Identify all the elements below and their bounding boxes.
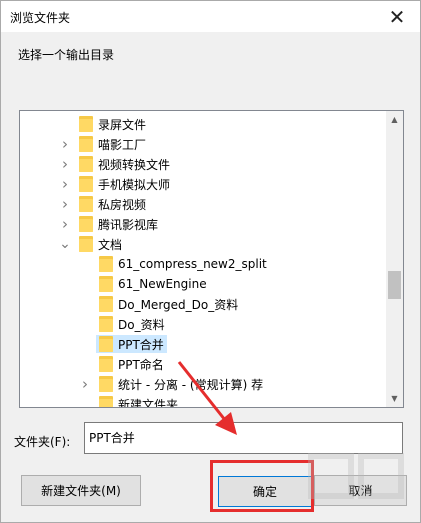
- folder-icon: [79, 196, 93, 212]
- tree-item-label-area: 统计 - 分离 - (常规计算) 荐: [96, 375, 266, 393]
- tree-item-label-area: 手机模拟大师: [76, 175, 173, 193]
- scroll-thumb[interactable]: [388, 271, 401, 299]
- tree-item-label: 视频转换文件: [98, 157, 171, 172]
- folder-icon: [79, 236, 93, 252]
- folder-tree[interactable]: 录屏文件 › 喵影工厂 › 视频转换文件 › 手机模拟大师 › 私房视频 › 腾讯影视库 ⌄ 文档 61_…: [19, 110, 404, 408]
- browse-folder-dialog: 浏览文件夹 ✕ 选择一个输出目录 录屏文件 › 喵影工厂 › 视频转换文件 › 手机模拟大师…: [0, 0, 421, 523]
- tree-item[interactable]: Do_资料: [20, 314, 387, 334]
- tree-item[interactable]: 61_compress_new2_split: [20, 254, 387, 274]
- folder-icon: [99, 296, 113, 312]
- tree-item-label: 新建文件夹: [118, 397, 179, 408]
- folder-icon: [99, 276, 113, 292]
- chevron-right-icon[interactable]: ›: [60, 174, 70, 194]
- close-icon: ✕: [388, 4, 406, 29]
- tree-item[interactable]: Do_Merged_Do_资料: [20, 294, 387, 314]
- folder-icon: [99, 336, 113, 352]
- tree-item-label: 手机模拟大师: [98, 177, 171, 192]
- tree-item-label: 统计 - 分离 - (常规计算) 荐: [118, 377, 264, 392]
- folder-name-input[interactable]: PPT合并: [84, 422, 403, 454]
- close-button[interactable]: ✕: [374, 1, 420, 32]
- tree-item-label-area: Do_资料: [96, 315, 168, 333]
- tree-item-label-area: Do_Merged_Do_资料: [96, 295, 241, 313]
- tree-item[interactable]: › 视频转换文件: [20, 154, 387, 174]
- tree-item-label: 61_NewEngine: [118, 277, 207, 291]
- folder-icon: [99, 356, 113, 372]
- folder-icon: [99, 376, 113, 392]
- folder-icon: [79, 176, 93, 192]
- dialog-prompt: 选择一个输出目录: [18, 48, 115, 62]
- tree-item[interactable]: PPT合并: [20, 334, 387, 354]
- folder-icon: [79, 116, 93, 132]
- tree-item-label-area: 61_NewEngine: [96, 275, 210, 293]
- tree-item-label: 录屏文件: [98, 117, 147, 132]
- chevron-right-icon[interactable]: ›: [60, 194, 70, 214]
- tree-item[interactable]: 录屏文件: [20, 114, 387, 134]
- tree-item[interactable]: › 喵影工厂: [20, 134, 387, 154]
- tree-item-label-area: 私房视频: [76, 195, 149, 213]
- tree-item[interactable]: ⌄ 文档: [20, 234, 387, 254]
- tree-item-label-area: 文档: [76, 235, 125, 253]
- ok-button[interactable]: 确定: [218, 476, 312, 507]
- tree-item-label-area: PPT命名: [96, 355, 167, 373]
- tree-item[interactable]: 新建文件夹: [20, 394, 387, 408]
- title-bar: 浏览文件夹 ✕: [1, 1, 420, 32]
- tree-item-label-area: 新建文件夹: [96, 395, 181, 408]
- tree-item-label: 文档: [98, 237, 123, 252]
- tree-item[interactable]: › 私房视频: [20, 194, 387, 214]
- vertical-scrollbar[interactable]: ▲ ▼: [386, 111, 403, 407]
- folder-icon: [99, 396, 113, 407]
- folder-icon: [79, 156, 93, 172]
- tree-item-label-area: 录屏文件: [76, 115, 149, 133]
- tree-item-label: Do_资料: [118, 317, 165, 332]
- tree-item[interactable]: PPT命名: [20, 354, 387, 374]
- tree-item[interactable]: › 腾讯影视库: [20, 214, 387, 234]
- tree-item-label: PPT合并: [118, 337, 164, 352]
- tree-item[interactable]: 61_NewEngine: [20, 274, 387, 294]
- tree-item[interactable]: › 手机模拟大师: [20, 174, 387, 194]
- folder-field-label: 文件夹(F):: [14, 435, 71, 449]
- folder-icon: [99, 256, 113, 272]
- tree-item-label-area: PPT合并: [96, 335, 167, 353]
- folder-icon: [99, 316, 113, 332]
- tree-item-label-area: 腾讯影视库: [76, 215, 161, 233]
- tree-item-label-area: 61_compress_new2_split: [96, 255, 270, 273]
- scroll-down-arrow-icon[interactable]: ▼: [386, 390, 403, 407]
- tree-item-label: 喵影工厂: [98, 137, 147, 152]
- chevron-right-icon[interactable]: ›: [60, 154, 70, 174]
- tree-item-label: 私房视频: [98, 197, 147, 212]
- new-folder-button[interactable]: 新建文件夹(M): [21, 475, 141, 506]
- tree-item-label: 61_compress_new2_split: [118, 257, 267, 271]
- chevron-right-icon[interactable]: ›: [60, 134, 70, 154]
- tree-item-label: Do_Merged_Do_资料: [118, 297, 239, 312]
- tree-item-label: PPT命名: [118, 357, 164, 372]
- cancel-button[interactable]: 取消: [314, 475, 407, 506]
- folder-icon: [79, 216, 93, 232]
- chevron-right-icon[interactable]: ›: [80, 374, 90, 394]
- chevron-down-icon[interactable]: ⌄: [59, 234, 71, 254]
- scroll-up-arrow-icon[interactable]: ▲: [386, 111, 403, 128]
- chevron-right-icon[interactable]: ›: [60, 214, 70, 234]
- dialog-title: 浏览文件夹: [10, 11, 71, 25]
- folder-icon: [79, 136, 93, 152]
- tree-item-label: 腾讯影视库: [98, 217, 159, 232]
- tree-item[interactable]: › 统计 - 分离 - (常规计算) 荐: [20, 374, 387, 394]
- tree-item-label-area: 视频转换文件: [76, 155, 173, 173]
- tree-item-label-area: 喵影工厂: [76, 135, 149, 153]
